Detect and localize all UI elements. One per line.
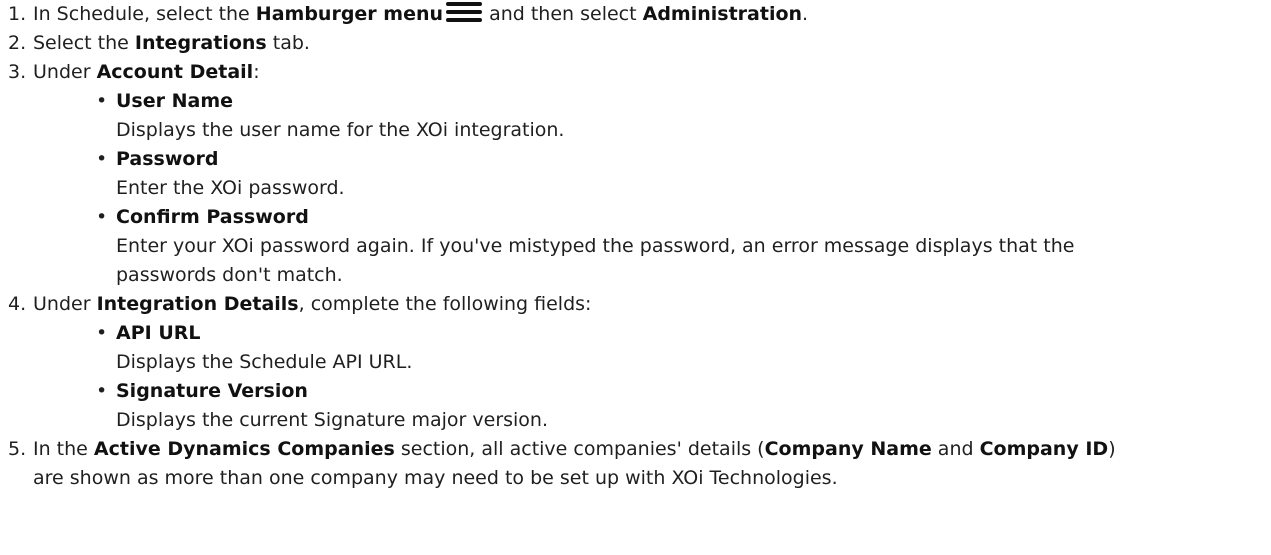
step-text-part: In the [33, 438, 94, 460]
field-list: • API URL Displays the Schedule API URL.… [33, 319, 1271, 435]
field-title: API URL [116, 322, 201, 344]
field-description: Enter the XOi password. [116, 177, 345, 199]
field-title: Signature Version [116, 380, 308, 402]
step-text-part: In Schedule, select the [33, 3, 256, 25]
step-number: 3. [8, 61, 27, 83]
step-number: 2. [8, 32, 27, 54]
bold-term: Integration Details [96, 293, 299, 315]
field-title: Confirm Password [116, 206, 309, 228]
step-text-part: . [802, 3, 809, 25]
bullet: • [96, 380, 108, 402]
step-text-part: Under [33, 61, 97, 83]
field-item-user-name: • User Name Displays the user name for t… [0, 87, 1271, 145]
step-text-part: and then select [483, 3, 643, 25]
step-5: 5. In the Active Dynamics Companies sect… [0, 435, 1271, 493]
bold-term: Company ID [979, 438, 1109, 460]
step-text-part: Select the [33, 32, 135, 54]
step-4: 4. Under Integration Details, complete t… [0, 290, 1271, 435]
step-text-part: : [253, 61, 260, 83]
step-3: 3. Under Account Detail: • User Name Dis… [0, 58, 1271, 290]
hamburger-menu-icon [446, 2, 483, 22]
step-number: 1. [8, 3, 27, 25]
bullet: • [96, 206, 108, 228]
bold-term: Company Name [764, 438, 932, 460]
instructions-document: 1. In Schedule, select the Hamburger men… [0, 0, 1271, 493]
field-title: Password [116, 148, 219, 170]
step-text-part: Under [33, 293, 97, 315]
step-text-part: , complete the following fields: [298, 293, 592, 315]
steps-list: 1. In Schedule, select the Hamburger men… [0, 0, 1271, 493]
step-text-part: tab. [266, 32, 310, 54]
bold-term: Active Dynamics Companies [93, 438, 395, 460]
step-number: 5. [8, 438, 27, 460]
field-description: Displays the Schedule API URL. [116, 351, 413, 373]
field-description: Displays the user name for the XOi integ… [116, 119, 565, 141]
field-description-line: Enter your XOi password again. If you've… [116, 235, 1075, 257]
step-1: 1. In Schedule, select the Hamburger men… [0, 0, 1271, 29]
field-item-api-url: • API URL Displays the Schedule API URL. [0, 319, 1271, 377]
field-list: • User Name Displays the user name for t… [33, 87, 1271, 290]
step-text: Under Integration Details, complete the … [33, 293, 591, 315]
step-text: Under Account Detail: [33, 61, 260, 83]
field-item-confirm-password: • Confirm Password Enter your XOi passwo… [0, 203, 1271, 290]
field-description-line: passwords don't match. [116, 264, 343, 286]
bullet: • [96, 148, 108, 170]
step-text-continuation: are shown as more than one company may n… [33, 467, 838, 489]
bullet: • [96, 90, 108, 112]
step-2: 2. Select the Integrations tab. [0, 29, 1271, 58]
bold-term: Account Detail [96, 61, 254, 83]
bold-term: Integrations [134, 32, 267, 54]
step-text-part: and [931, 438, 980, 460]
field-description: Displays the current Signature major ver… [116, 409, 549, 431]
step-text-part: ) [1108, 438, 1116, 460]
step-text: In Schedule, select the Hamburger menu a… [33, 2, 809, 25]
step-text-part: section, all active companies' details ( [394, 438, 765, 460]
step-number: 4. [8, 293, 27, 315]
field-title: User Name [116, 90, 234, 112]
field-item-password: • Password Enter the XOi password. [0, 145, 1271, 203]
field-item-signature-version: • Signature Version Displays the current… [0, 377, 1271, 435]
bullet: • [96, 322, 108, 344]
bold-term: Administration [642, 3, 803, 25]
step-text: In the Active Dynamics Companies section… [33, 438, 1116, 460]
step-text: Select the Integrations tab. [33, 32, 310, 54]
bold-term: Hamburger menu [255, 3, 444, 25]
